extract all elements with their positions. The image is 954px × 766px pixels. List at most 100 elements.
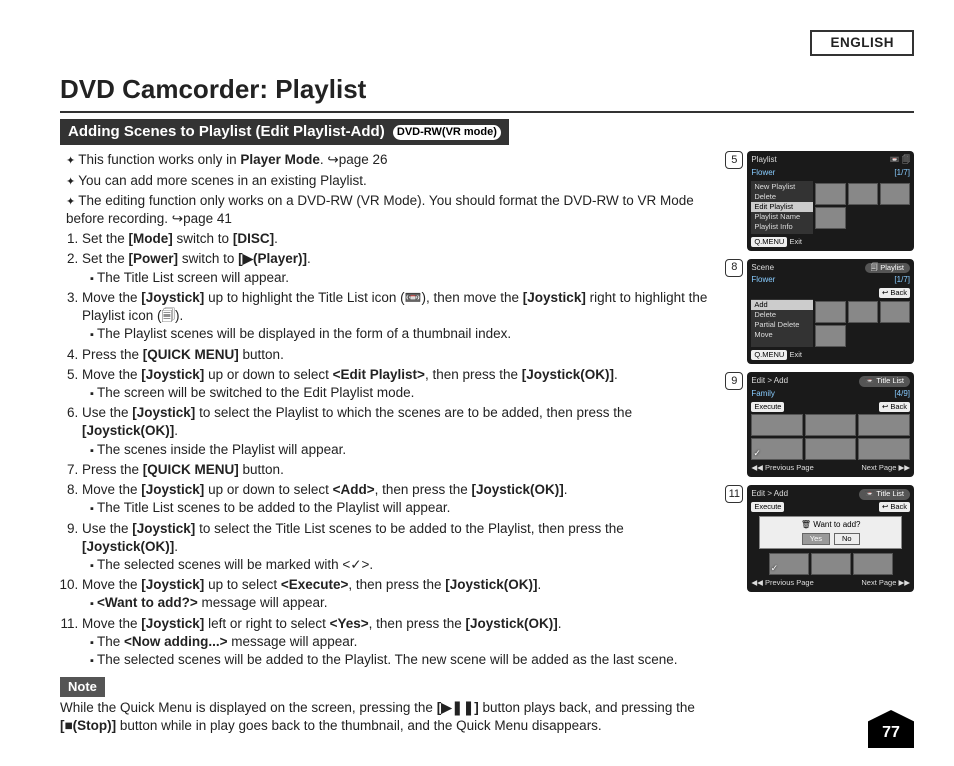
intro-bullet: The editing function only works on a DVD… (66, 192, 715, 228)
step-sub-item: The selected scenes will be added to the… (90, 651, 715, 669)
figure-9: 9 Edit > Add 📼 Title List Family [4/9] E… (725, 372, 914, 477)
figure-number: 11 (725, 485, 743, 503)
thumbnail[interactable] (880, 301, 910, 323)
confirm-dialog: 🗑 Want to add? Yes No (759, 516, 902, 549)
dialog-message: 🗑 Want to add? (762, 520, 899, 531)
qmenu-button[interactable]: Q.MENU (751, 237, 787, 247)
figure-11: 11 Edit > Add 📼 Title List Execute ↩ Bac… (725, 485, 914, 592)
exit-label: Exit (789, 350, 802, 359)
language-label: ENGLISH (810, 30, 914, 56)
yes-button[interactable]: Yes (802, 533, 830, 545)
step-sub-item: The selected scenes will be marked with … (90, 556, 715, 574)
intro-bullet: You can add more scenes in an existing P… (66, 172, 715, 190)
scr-subtitle: Flower (751, 168, 775, 179)
scr-count: [1/7] (894, 275, 910, 286)
step-sub-item: The Title List scenes to be added to the… (90, 499, 715, 517)
thumbnail[interactable] (805, 414, 857, 436)
thumbnail[interactable] (805, 438, 857, 460)
execute-button[interactable]: Execute (751, 502, 784, 512)
thumbnail[interactable] (815, 301, 845, 323)
no-button[interactable]: No (834, 533, 860, 545)
quick-menu[interactable]: AddDeletePartial DeleteMove (751, 299, 813, 347)
thumbnail[interactable] (848, 301, 878, 323)
titlelist-tab: 📼 Title List (859, 489, 910, 500)
step-sub-item: The <Now adding...> message will appear. (90, 633, 715, 651)
intro-bullet: This function works only in Player Mode.… (66, 151, 715, 169)
figure-number: 8 (725, 259, 743, 277)
back-button[interactable]: ↩ Back (879, 402, 910, 412)
back-button[interactable]: ↩ Back (879, 502, 910, 512)
thumbnail[interactable] (815, 183, 845, 205)
step-sub-item: <Want to add?> message will appear. (90, 594, 715, 612)
playlist-tab: 🗐 Playlist (865, 263, 910, 274)
exit-label: Exit (789, 237, 802, 246)
step-item: Press the [QUICK MENU] button. (82, 461, 715, 479)
note-text: While the Quick Menu is displayed on the… (60, 699, 715, 735)
step-item: Use the [Joystick] to select the Title L… (82, 520, 715, 575)
step-sub-item: The Playlist scenes will be displayed in… (90, 325, 715, 343)
qmenu-button[interactable]: Q.MENU (751, 350, 787, 360)
breadcrumb: Edit > Add (751, 489, 788, 500)
scr-header: Scene (751, 263, 774, 274)
scr-subtitle: Family (751, 389, 775, 400)
step-item: Use the [Joystick] to select the Playlis… (82, 404, 715, 459)
section-heading: Adding Scenes to Playlist (Edit Playlist… (60, 119, 509, 145)
menu-item[interactable]: Playlist Info (751, 222, 813, 232)
step-item: Press the [QUICK MENU] button. (82, 346, 715, 364)
steps-list: Set the [Mode] switch to [DISC]. Set the … (60, 230, 715, 669)
scr-subtitle: Flower (751, 275, 775, 286)
thumbnail[interactable] (811, 553, 851, 575)
page-title: DVD Camcorder: Playlist (60, 72, 914, 113)
figure-5: 5 Playlist 📼 🗐 Flower [1/7] New Playlist… (725, 151, 914, 250)
menu-item[interactable]: Move (751, 330, 813, 340)
scr-header: Playlist (751, 155, 776, 166)
menu-item[interactable]: Edit Playlist (751, 202, 813, 212)
figure-8: 8 Scene 🗐 Playlist Flower [1/7] ↩ Back A… (725, 259, 914, 365)
prev-page[interactable]: ◀◀ Previous Page (751, 463, 813, 473)
next-page[interactable]: Next Page ▶▶ (861, 578, 910, 588)
thumbnail[interactable] (853, 553, 893, 575)
step-item: Move the [Joystick] up or down to select… (82, 366, 715, 402)
breadcrumb: Edit > Add (751, 376, 788, 387)
next-page[interactable]: Next Page ▶▶ (861, 463, 910, 473)
figure-column: 5 Playlist 📼 🗐 Flower [1/7] New Playlist… (725, 151, 914, 735)
menu-item[interactable]: Delete (751, 192, 813, 202)
step-sub-item: The scenes inside the Playlist will appe… (90, 441, 715, 459)
note-label: Note (60, 677, 105, 697)
thumbnail[interactable] (880, 183, 910, 205)
mode-badge: DVD-RW(VR mode) (393, 125, 501, 140)
thumbnail[interactable] (815, 325, 845, 347)
section-title: Adding Scenes to Playlist (Edit Playlist… (68, 123, 385, 140)
thumbnail-selected[interactable] (751, 438, 803, 460)
quick-menu[interactable]: New PlaylistDeleteEdit PlaylistPlaylist … (751, 181, 813, 234)
menu-item[interactable]: Playlist Name (751, 212, 813, 222)
figure-number: 5 (725, 151, 743, 169)
step-item: Move the [Joystick] up to highlight the … (82, 289, 715, 344)
thumbnail[interactable] (751, 414, 803, 436)
execute-button[interactable]: Execute (751, 402, 784, 412)
step-item: Move the [Joystick] left or right to sel… (82, 615, 715, 670)
step-item: Set the [Mode] switch to [DISC]. (82, 230, 715, 248)
back-button[interactable]: ↩ Back (879, 288, 910, 298)
step-item: Move the [Joystick] up or down to select… (82, 481, 715, 517)
menu-item[interactable]: Partial Delete (751, 320, 813, 330)
step-item: Move the [Joystick] up to select <Execut… (82, 576, 715, 612)
scr-count: [1/7] (894, 168, 910, 179)
menu-item[interactable]: Add (751, 300, 813, 310)
menu-item[interactable]: Delete (751, 310, 813, 320)
prev-page[interactable]: ◀◀ Previous Page (751, 578, 813, 588)
step-item: Set the [Power] switch to [▶(Player)].Th… (82, 250, 715, 286)
instruction-column: This function works only in Player Mode.… (60, 151, 715, 735)
tab-icons: 📼 🗐 (890, 155, 910, 166)
step-sub-item: The Title List screen will appear. (90, 269, 715, 287)
figure-number: 9 (725, 372, 743, 390)
thumbnail-selected[interactable] (769, 553, 809, 575)
thumbnail[interactable] (858, 414, 910, 436)
thumbnail[interactable] (858, 438, 910, 460)
step-sub-item: The screen will be switched to the Edit … (90, 384, 715, 402)
thumbnail[interactable] (848, 183, 878, 205)
intro-list: This function works only in Player Mode.… (60, 151, 715, 228)
thumbnail[interactable] (815, 207, 845, 229)
menu-item[interactable]: New Playlist (751, 182, 813, 192)
scr-count: [4/9] (894, 389, 910, 400)
